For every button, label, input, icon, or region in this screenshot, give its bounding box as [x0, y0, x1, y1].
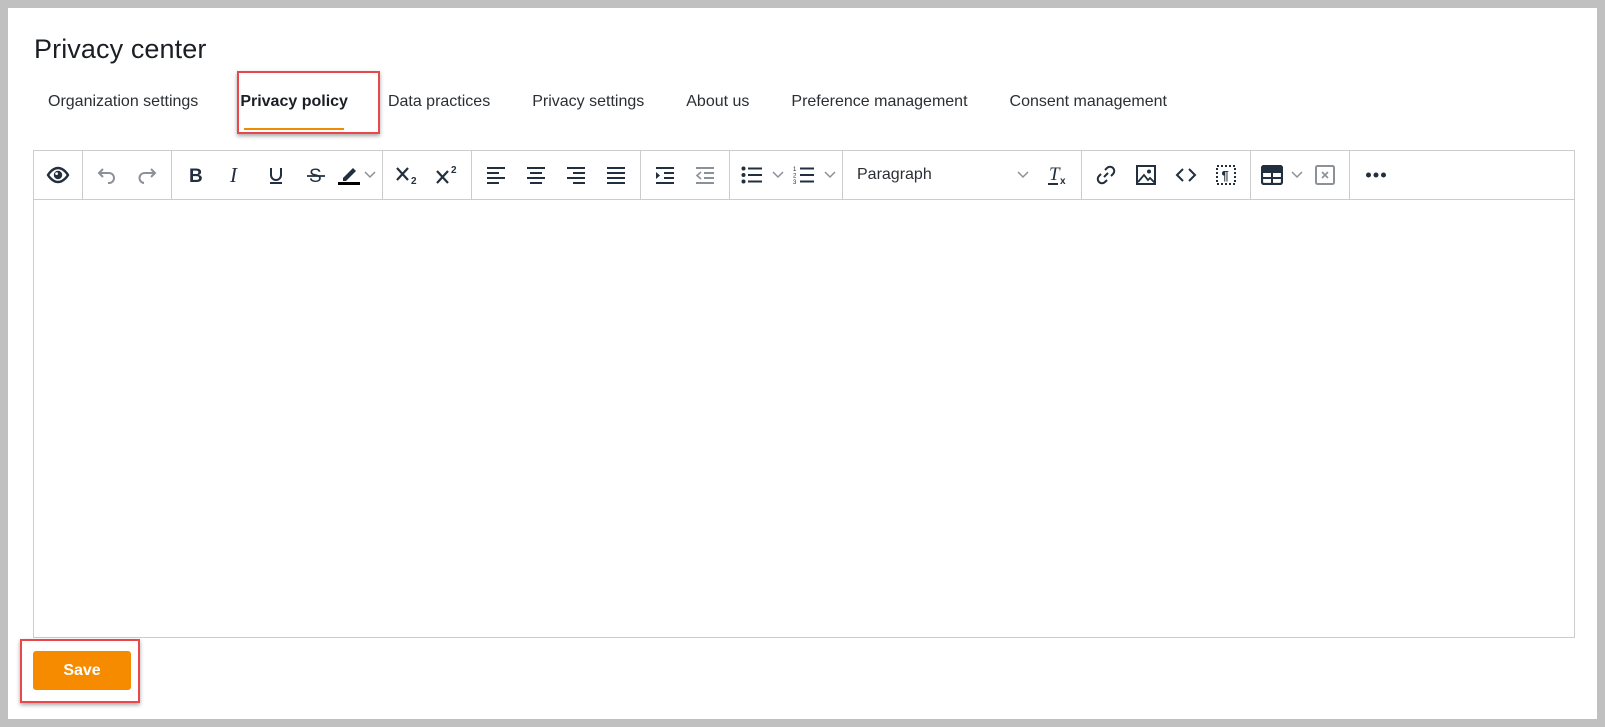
tab-data-practices[interactable]: Data practices	[374, 80, 504, 130]
tab-bar: Organization settings Privacy policy Dat…	[34, 80, 1181, 130]
svg-text:¶: ¶	[1222, 168, 1229, 183]
chevron-down-icon	[772, 171, 784, 179]
bullet-list-icon	[741, 166, 762, 184]
indent-icon	[656, 167, 674, 184]
numbered-list-button[interactable]: 123	[786, 155, 822, 195]
chevron-down-icon	[824, 171, 836, 179]
more-icon	[1366, 172, 1386, 178]
tab-about-us[interactable]: About us	[672, 80, 763, 130]
svg-text:2: 2	[451, 165, 457, 176]
align-left-button[interactable]	[476, 155, 516, 195]
undo-button[interactable]	[87, 155, 127, 195]
svg-text:3: 3	[793, 180, 797, 185]
outdent-icon	[695, 167, 714, 184]
svg-text:B: B	[189, 166, 203, 185]
table-dropdown[interactable]	[1289, 155, 1305, 195]
justify-button[interactable]	[596, 155, 636, 195]
align-left-icon	[487, 167, 505, 184]
tab-preference-management[interactable]: Preference management	[777, 80, 981, 130]
svg-text:2: 2	[411, 176, 417, 186]
image-button[interactable]	[1126, 155, 1166, 195]
numbered-list-icon: 123	[793, 167, 814, 185]
svg-text:x: x	[1060, 176, 1066, 186]
align-justify-icon	[607, 167, 625, 184]
chevron-down-icon	[1291, 171, 1303, 179]
chevron-down-icon	[1017, 171, 1029, 179]
bullet-list-button[interactable]	[734, 155, 770, 195]
eye-icon	[46, 166, 70, 184]
page-title: Privacy center	[34, 34, 207, 64]
align-right-button[interactable]	[556, 155, 596, 195]
more-button[interactable]	[1354, 155, 1398, 195]
source-code-button[interactable]	[1166, 155, 1206, 195]
italic-button[interactable]: I	[216, 155, 256, 195]
align-right-icon	[567, 167, 585, 184]
tab-privacy-settings[interactable]: Privacy settings	[518, 80, 658, 130]
preview-button[interactable]	[38, 155, 78, 195]
highlight-color-button[interactable]	[336, 155, 362, 195]
strikethrough-button[interactable]: S	[296, 155, 336, 195]
underline-button[interactable]	[256, 155, 296, 195]
image-icon	[1136, 165, 1156, 185]
highlighter-icon	[338, 168, 360, 185]
delete-table-button[interactable]	[1305, 155, 1345, 195]
clear-formatting-button[interactable]: Tx	[1037, 155, 1077, 195]
highlight-color-dropdown[interactable]	[362, 155, 378, 195]
link-icon	[1096, 165, 1116, 185]
bold-button[interactable]: B	[176, 155, 216, 195]
table-icon	[1261, 165, 1283, 185]
redo-icon	[138, 168, 157, 184]
svg-text:1: 1	[793, 167, 797, 173]
superscript-button[interactable]: 2	[427, 155, 467, 195]
chevron-down-icon	[364, 171, 376, 179]
tab-consent-management[interactable]: Consent management	[996, 80, 1181, 130]
undo-icon	[97, 168, 115, 184]
numbered-list-dropdown[interactable]	[822, 155, 838, 195]
subscript-button[interactable]: 2	[387, 155, 427, 195]
tab-organization-settings[interactable]: Organization settings	[34, 80, 212, 130]
bullet-list-dropdown[interactable]	[770, 155, 786, 195]
underline-icon	[270, 168, 282, 184]
page-frame: Privacy center Organization settings Pri…	[8, 8, 1597, 719]
rich-text-editor: B I S 2 2 1 2 3 Paragraph T x ¶	[33, 150, 1575, 638]
svg-text:I: I	[229, 165, 238, 185]
clear-formatting-icon: Tx	[1048, 164, 1066, 186]
table-button[interactable]	[1255, 155, 1289, 195]
align-center-button[interactable]	[516, 155, 556, 195]
code-icon	[1175, 168, 1197, 182]
strikethrough-icon: S	[307, 166, 325, 185]
align-center-icon	[527, 167, 545, 184]
italic-icon: I	[229, 165, 238, 185]
show-blocks-button[interactable]: ¶	[1206, 155, 1246, 195]
svg-text:2: 2	[793, 174, 797, 180]
delete-table-icon	[1315, 165, 1335, 185]
block-format-select[interactable]: Paragraph	[847, 155, 1037, 195]
show-blocks-icon: ¶	[1216, 165, 1236, 185]
editor-content-area[interactable]	[34, 200, 1574, 637]
indent-button[interactable]	[645, 155, 685, 195]
link-button[interactable]	[1086, 155, 1126, 195]
redo-button[interactable]	[127, 155, 167, 195]
outdent-button[interactable]	[685, 155, 725, 195]
bold-icon: B	[189, 166, 203, 185]
save-button[interactable]: Save	[33, 651, 131, 690]
tab-privacy-policy[interactable]: Privacy policy	[226, 80, 362, 130]
block-format-value: Paragraph	[857, 166, 932, 183]
editor-toolbar: B I S 2 2 1 2 3 Paragraph T x ¶	[34, 151, 1574, 200]
subscript-icon: 2	[396, 167, 417, 186]
superscript-icon: 2	[436, 165, 457, 184]
